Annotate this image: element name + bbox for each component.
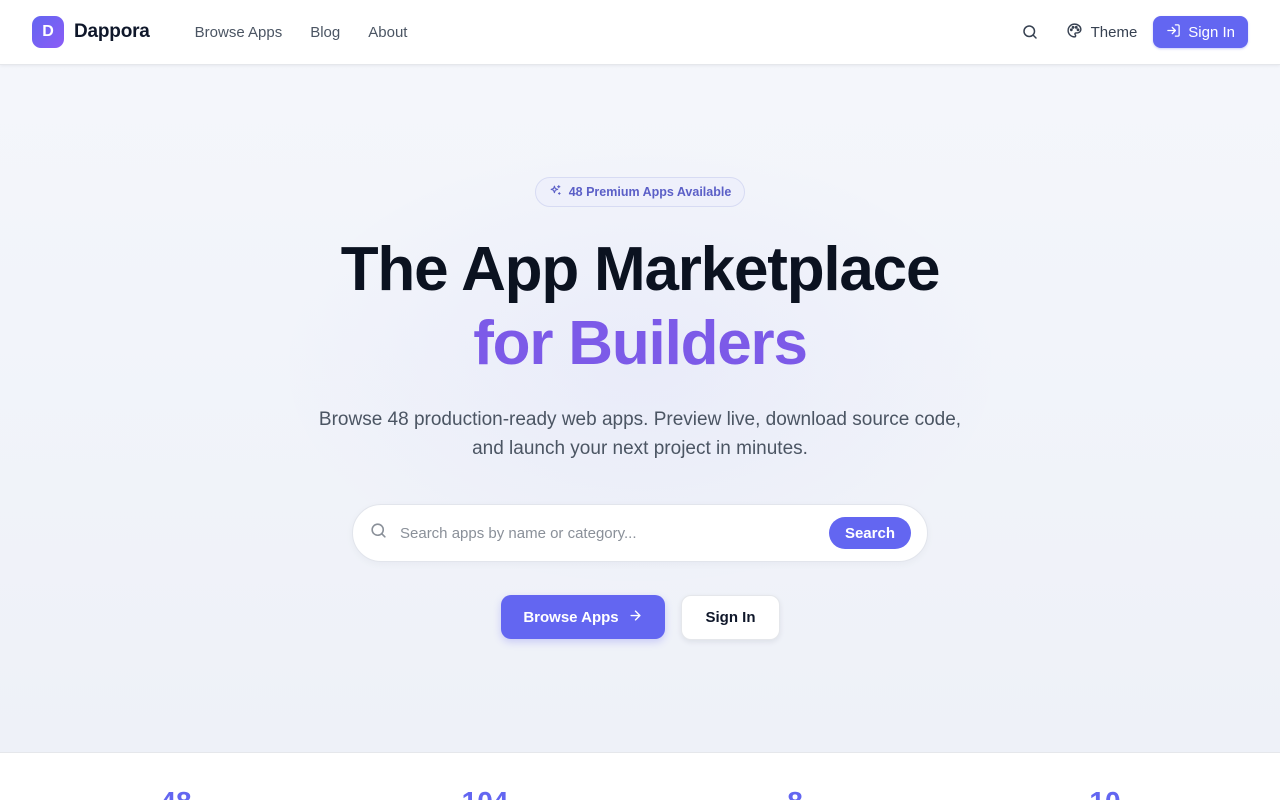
stat-value: 8	[715, 787, 875, 800]
palette-icon	[1066, 22, 1083, 43]
brand-logo[interactable]: D Dappora	[32, 16, 150, 48]
nav-blog[interactable]: Blog	[310, 24, 340, 41]
hero-subtitle-line1: Browse 48 production-ready web apps. Pre…	[318, 409, 962, 430]
apps-count-badge: 48 Premium Apps Available	[535, 177, 745, 207]
hero-search-bar: Search	[352, 504, 928, 562]
hero-title-accent: for Builders	[473, 309, 808, 378]
header-signin-label: Sign In	[1188, 23, 1235, 41]
search-icon[interactable]	[1018, 20, 1042, 44]
browse-apps-button[interactable]: Browse Apps	[501, 595, 665, 639]
arrow-right-icon	[628, 608, 643, 627]
theme-label: Theme	[1090, 23, 1138, 41]
search-input[interactable]	[400, 524, 829, 542]
nav-browse-apps[interactable]: Browse Apps	[195, 24, 283, 41]
hero-title: The App Marketplace	[340, 235, 941, 304]
stat-value: 10	[1025, 787, 1185, 800]
badge-text: 48 Premium Apps Available	[568, 185, 732, 199]
header-actions: Theme Sign In	[1018, 16, 1248, 48]
search-icon	[369, 521, 388, 545]
hero-section: 48 Premium Apps Available The App Market…	[0, 65, 1280, 753]
nav-about[interactable]: About	[368, 24, 407, 41]
hero-subtitle-line2: and launch your next project in minutes.	[472, 438, 808, 459]
stat-value: 104	[405, 787, 565, 800]
theme-button[interactable]: Theme	[1066, 22, 1138, 43]
hero-signin-button[interactable]: Sign In	[681, 595, 780, 640]
sparkles-icon	[549, 184, 562, 200]
logo-mark: D	[32, 16, 64, 48]
top-header: D Dappora Browse Apps Blog About Theme S…	[0, 0, 1280, 65]
hero-subtitle: Browse 48 production-ready web apps. Pre…	[300, 405, 980, 463]
search-button[interactable]: Search	[828, 517, 911, 549]
header-signin-button[interactable]: Sign In	[1153, 16, 1248, 48]
login-icon	[1166, 23, 1181, 42]
browse-apps-label: Browse Apps	[523, 608, 619, 626]
stats-strip: 48 104 8 10	[0, 753, 1280, 800]
stat-value: 48	[96, 787, 256, 800]
main-nav: Browse Apps Blog About	[195, 24, 408, 41]
brand-name: Dappora	[74, 21, 150, 42]
